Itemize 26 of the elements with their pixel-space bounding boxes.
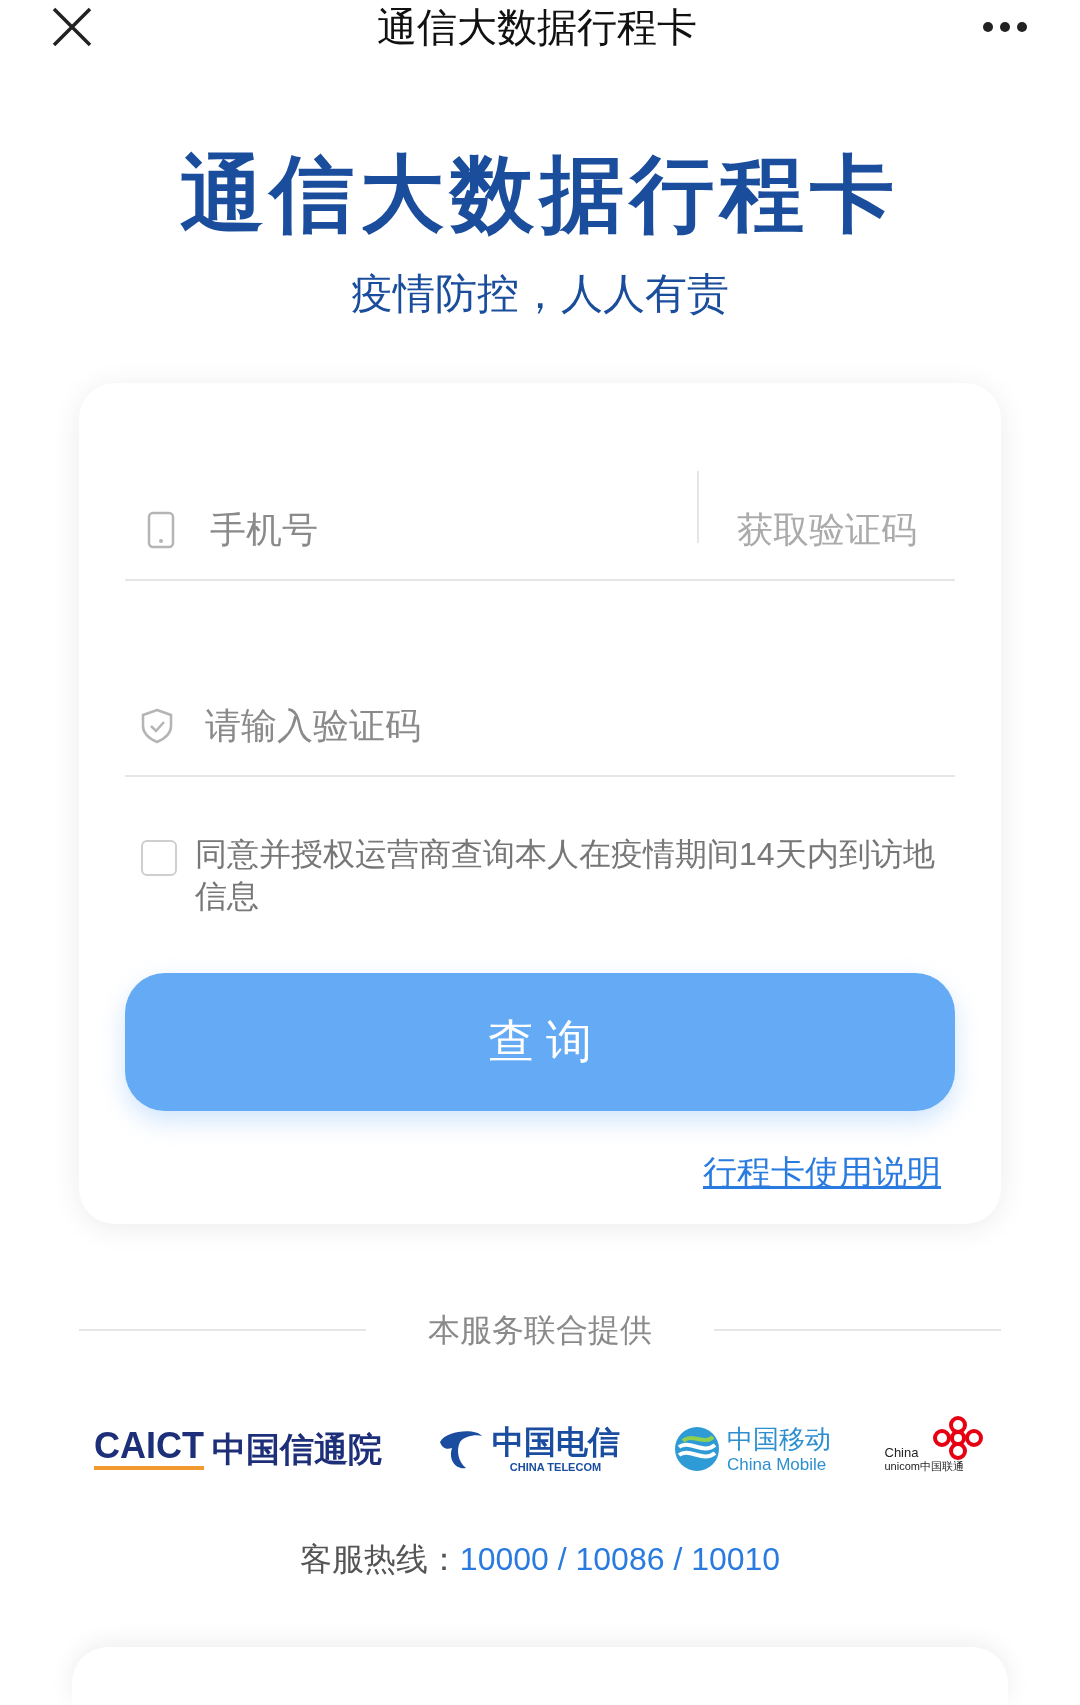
app-logo-title: 通信大数据行程卡: [179, 146, 901, 244]
logo-text: CHINA TELECOM: [509, 1461, 602, 1473]
more-icon[interactable]: [982, 21, 1028, 34]
code-input[interactable]: 请输入验证码: [205, 698, 955, 753]
consent-text: 同意并授权运营商查询本人在疫情期间14天内到访地信息: [195, 834, 936, 916]
phone-icon: [147, 510, 175, 549]
hotline-numbers: 10000 / 10086 / 10010: [459, 1539, 781, 1579]
logo-text: China: [884, 1446, 919, 1460]
logo-text: CAICT: [94, 1428, 204, 1471]
logo-text: unicom中国联通: [884, 1461, 964, 1473]
logo-text: 中国移动: [727, 1425, 831, 1452]
logo-text: 中国信通院: [212, 1432, 382, 1467]
query-button[interactable]: 查 询: [125, 972, 955, 1111]
logo-text: 中国电信: [491, 1425, 620, 1458]
shield-icon: [141, 707, 173, 744]
close-icon[interactable]: [52, 7, 92, 48]
get-code-button[interactable]: 获取验证码: [699, 502, 955, 557]
providers-heading: 本服务联合提供: [428, 1310, 652, 1350]
usage-guide-link[interactable]: 行程卡使用说明: [703, 1146, 941, 1198]
consent-checkbox[interactable]: [141, 839, 177, 876]
hotline-label: 客服热线：: [299, 1539, 460, 1579]
mobile-logo-icon: [673, 1425, 721, 1474]
page-title: 通信大数据行程卡: [377, 7, 697, 48]
phone-input[interactable]: 手机号: [210, 502, 697, 557]
slogan-text: 疫情防控，人人有责: [351, 272, 729, 315]
logo-text: China Mobile: [727, 1455, 828, 1473]
